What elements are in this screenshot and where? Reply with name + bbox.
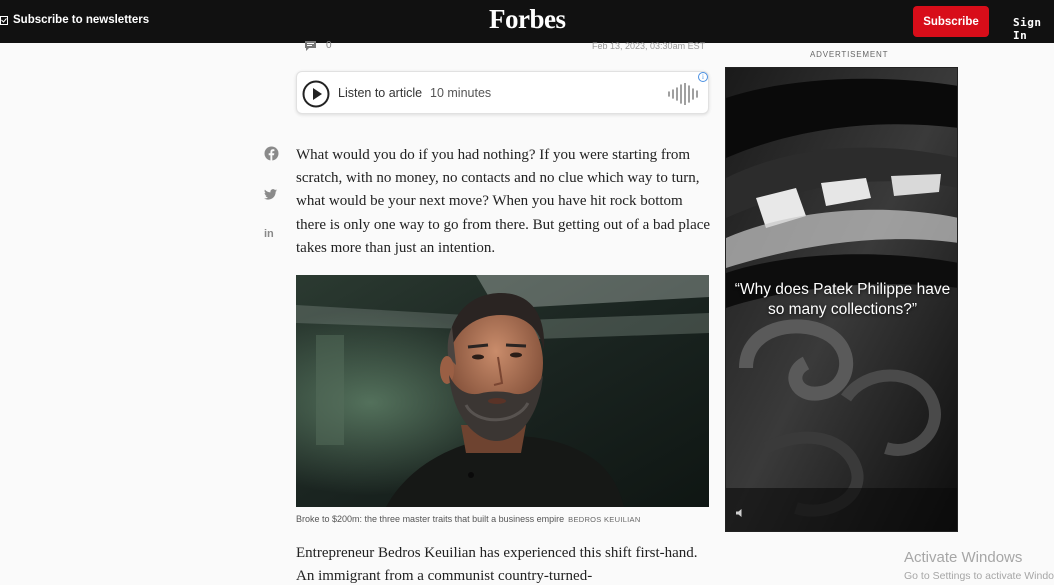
comment-icon: [305, 40, 316, 51]
share-facebook[interactable]: [264, 146, 279, 166]
forbes-logo[interactable]: Forbes: [489, 4, 566, 35]
audio-wave-icon: [668, 83, 698, 105]
share-twitter[interactable]: [264, 187, 277, 205]
info-icon[interactable]: i: [698, 72, 708, 82]
publish-date: Feb 13, 2023, 03:30am EST: [592, 41, 706, 51]
comment-count: 0: [326, 40, 332, 51]
sign-in-link[interactable]: Sign In: [1013, 16, 1054, 42]
image-caption: Broke to $200m: the three master traits …: [296, 514, 641, 524]
share-linkedin[interactable]: in: [264, 228, 274, 240]
listen-label: Listen to article: [338, 86, 423, 100]
newsletter-link[interactable]: Subscribe to newsletters: [0, 14, 149, 26]
subscribe-button[interactable]: Subscribe: [913, 6, 989, 37]
mute-icon[interactable]: [735, 508, 745, 518]
facebook-icon: [264, 146, 279, 161]
mail-icon: [0, 15, 8, 25]
article-paragraph: What would you do if you had nothing? If…: [296, 147, 711, 256]
listen-to-article-player[interactable]: Listen to article 10 minutes i: [296, 71, 709, 114]
comments-link[interactable]: 0: [305, 40, 332, 51]
twitter-icon: [264, 189, 277, 200]
top-bar: Subscribe to newsletters Forbes Subscrib…: [0, 0, 1054, 43]
activate-windows-title: Activate Windows: [904, 549, 1023, 566]
advertisement-video[interactable]: “Why does Patek Philippe have so many co…: [725, 67, 958, 532]
listen-duration: 10 minutes: [430, 86, 492, 100]
linkedin-icon: in: [264, 228, 274, 240]
ad-quote: “Why does Patek Philippe have so many co…: [734, 281, 951, 318]
article-photo: [296, 275, 709, 507]
advertisement-label: ADVERTISEMENT: [810, 50, 889, 59]
play-icon[interactable]: [302, 80, 330, 108]
caption-text: Broke to $200m: the three master traits …: [296, 514, 565, 524]
newsletter-label: Subscribe to newsletters: [13, 14, 150, 26]
photo-credit: BEDROS KEUILIAN: [568, 515, 641, 524]
activate-windows-subtitle: Go to Settings to activate Windows.: [904, 570, 1054, 582]
article-paragraph: Entrepreneur Bedros Keuilian has experie…: [296, 545, 698, 585]
